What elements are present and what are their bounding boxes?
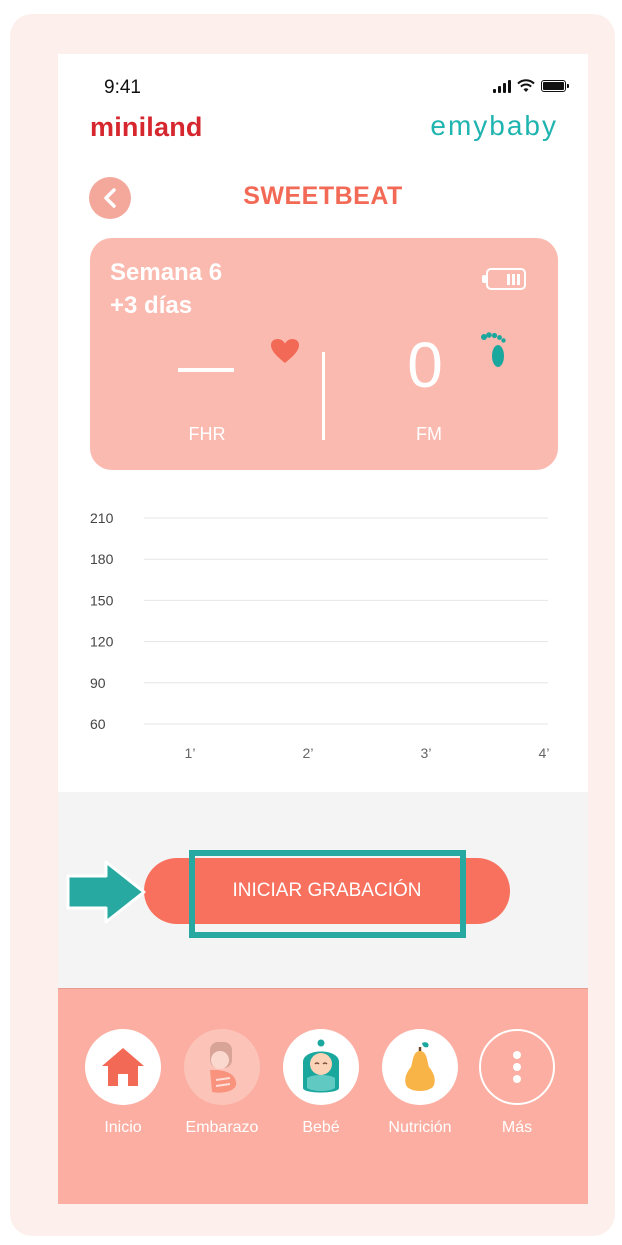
nav-circle bbox=[85, 1029, 161, 1105]
heart-icon bbox=[271, 339, 299, 363]
fm-value: 0 bbox=[407, 329, 443, 401]
status-time: 9:41 bbox=[104, 77, 141, 98]
foot-icon bbox=[481, 332, 506, 367]
fm-label: FM bbox=[416, 424, 442, 444]
nav-item-inicio[interactable]: Inicio bbox=[75, 1029, 171, 1137]
x-tick-label: 1’ bbox=[185, 745, 196, 761]
nav-circle bbox=[184, 1029, 260, 1105]
nav-item-embarazo[interactable]: Embarazo bbox=[174, 1029, 270, 1137]
fhr-label: FHR bbox=[188, 424, 226, 444]
y-tick-label: 180 bbox=[90, 551, 114, 567]
fhr-chart: 210 180 150 120 90 60 1’ 2’ 3’ 4’ bbox=[86, 504, 556, 774]
nav-circle bbox=[382, 1029, 458, 1105]
wifi-icon bbox=[517, 79, 535, 92]
status-icons bbox=[493, 79, 569, 93]
battery-icon bbox=[541, 80, 569, 92]
days-label: +3 días bbox=[110, 292, 193, 319]
nav-circle bbox=[283, 1029, 359, 1105]
chart-svg: 210 180 150 120 90 60 1’ 2’ 3’ 4’ bbox=[90, 510, 550, 761]
device-battery-icon bbox=[482, 268, 526, 290]
summary-card: Semana 6 +3 días 0 FHR FM bbox=[90, 238, 558, 470]
pregnancy-week: Semana 6 +3 días bbox=[110, 256, 222, 322]
y-tick-label: 120 bbox=[90, 634, 114, 650]
fhr-value-dash bbox=[178, 368, 234, 372]
nav-item-nutricion[interactable]: Nutrición bbox=[372, 1029, 468, 1137]
y-tick-label: 210 bbox=[90, 510, 114, 526]
signal-icon bbox=[493, 79, 511, 93]
pointer-arrow-icon bbox=[66, 860, 146, 924]
nav-label: Inicio bbox=[104, 1119, 142, 1136]
brand-logo-emybaby: emybaby bbox=[430, 110, 558, 141]
nav-label: Embarazo bbox=[185, 1119, 259, 1136]
x-tick-label: 2’ bbox=[303, 745, 314, 761]
y-tick-label: 90 bbox=[90, 675, 106, 691]
y-tick-label: 150 bbox=[90, 592, 114, 608]
home-icon bbox=[102, 1048, 144, 1086]
nav-item-bebe[interactable]: Bebé bbox=[273, 1029, 369, 1137]
bottom-nav: Inicio Embarazo Bebé Nutrición Más bbox=[58, 988, 588, 1204]
brand-logo-miniland: miniland bbox=[90, 112, 203, 142]
more-icon bbox=[513, 1051, 521, 1083]
y-tick-label: 60 bbox=[90, 716, 106, 732]
highlight-box bbox=[189, 850, 466, 938]
x-tick-label: 3’ bbox=[421, 745, 432, 761]
nav-circle bbox=[479, 1029, 555, 1105]
page-title: SWEETBEAT bbox=[243, 182, 403, 210]
nav-item-mas[interactable]: Más bbox=[469, 1029, 565, 1137]
phone-screen: 9:41 miniland emybaby SWEETBEAT Semana 6… bbox=[58, 54, 588, 1204]
pregnancy-icon bbox=[210, 1042, 237, 1093]
baby-icon bbox=[303, 1039, 339, 1093]
nav-label: Más bbox=[501, 1119, 533, 1136]
pear-icon bbox=[405, 1042, 435, 1091]
x-tick-label: 4’ bbox=[539, 745, 550, 761]
nav-label: Nutrición bbox=[388, 1119, 452, 1136]
divider bbox=[322, 352, 325, 440]
nav-label: Bebé bbox=[302, 1119, 340, 1136]
week-label: Semana 6 bbox=[110, 259, 223, 286]
